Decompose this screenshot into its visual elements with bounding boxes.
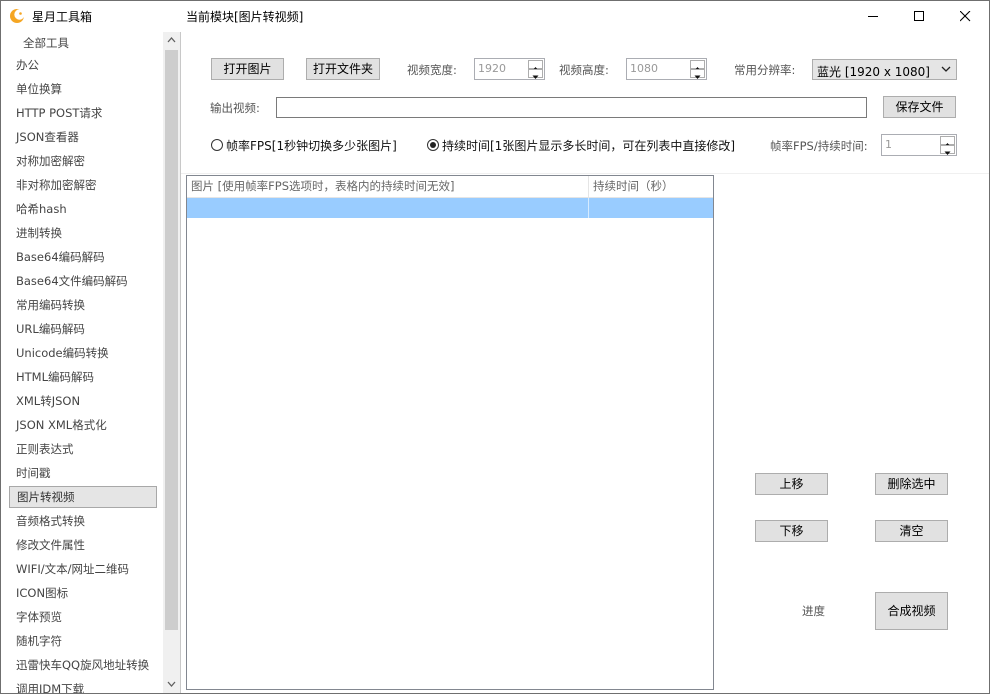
- maximize-button[interactable]: [897, 1, 943, 32]
- sidebar-item-timestamp[interactable]: 时间戳: [9, 462, 157, 484]
- sidebar-item-symmetric-crypto[interactable]: 对称加密解密: [9, 150, 157, 172]
- sidebar-item-file-attributes[interactable]: 修改文件属性: [9, 534, 157, 556]
- scrollbar-thumb[interactable]: [165, 50, 178, 630]
- fps-radio[interactable]: [211, 139, 223, 151]
- open-image-button[interactable]: 打开图片: [211, 58, 284, 80]
- sidebar-item-radix[interactable]: 进制转换: [9, 222, 157, 244]
- progress-label: 进度: [802, 604, 825, 618]
- sidebar-item-random-chars[interactable]: 随机字符: [9, 630, 157, 652]
- video-width-stepper[interactable]: 1920: [474, 58, 545, 80]
- open-folder-button[interactable]: 打开文件夹: [306, 58, 380, 80]
- minimize-button[interactable]: [851, 1, 897, 32]
- image-list-grid[interactable]: 图片 [使用帧率FPS选项时，表格内的持续时间无效] 持续时间（秒）: [186, 175, 714, 690]
- moon-logo-icon: [10, 9, 25, 23]
- sidebar-item-url-encode[interactable]: URL编码解码: [9, 318, 157, 340]
- width-up-arrow[interactable]: [528, 60, 543, 71]
- fps-duration-value: 1: [885, 138, 892, 151]
- sidebar-item-idm-download[interactable]: 调用IDM下载: [9, 678, 157, 693]
- scroll-down-icon[interactable]: [163, 676, 180, 693]
- clear-button[interactable]: 清空: [875, 520, 948, 542]
- tool-sidebar: 全部工具 办公 单位换算 HTTP POST请求 JSON查看器 对称加密解密 …: [1, 32, 181, 693]
- move-up-button[interactable]: 上移: [755, 473, 828, 495]
- height-down-arrow[interactable]: [690, 69, 705, 79]
- sidebar-item-unicode[interactable]: Unicode编码转换: [9, 342, 157, 364]
- sidebar-item-hash[interactable]: 哈希hash: [9, 198, 157, 220]
- close-icon: [960, 11, 971, 22]
- compose-video-button[interactable]: 合成视频: [875, 592, 948, 630]
- caret-down-icon: [694, 75, 701, 79]
- sidebar-item-unit-conversion[interactable]: 单位换算: [9, 78, 157, 100]
- sidebar-item-regex[interactable]: 正则表达式: [9, 438, 157, 460]
- caret-down-icon: [532, 75, 539, 79]
- fps-duration-label: 帧率FPS/持续时间:: [770, 139, 868, 153]
- move-down-button[interactable]: 下移: [755, 520, 828, 542]
- height-up-arrow[interactable]: [690, 60, 705, 71]
- sidebar-item-json-viewer[interactable]: JSON查看器: [9, 126, 157, 148]
- section-divider: [181, 173, 989, 174]
- sidebar-item-link-convert[interactable]: 迅雷快车QQ旋风地址转换: [9, 654, 157, 676]
- app-title: 星月工具箱: [32, 10, 93, 24]
- sidebar-item-xml-to-json[interactable]: XML转JSON: [9, 390, 157, 412]
- video-height-stepper[interactable]: 1080: [626, 58, 707, 80]
- sidebar-item-icon[interactable]: ICON图标: [9, 582, 157, 604]
- video-width-value: 1920: [478, 62, 506, 75]
- tool-tree: 全部工具 办公 单位换算 HTTP POST请求 JSON查看器 对称加密解密 …: [1, 32, 163, 693]
- output-video-label: 输出视频:: [210, 101, 260, 115]
- sidebar-item-font-preview[interactable]: 字体预览: [9, 606, 157, 628]
- sidebar-item-json-xml-format[interactable]: JSON XML格式化: [9, 414, 157, 436]
- resolution-label: 常用分辨率:: [734, 63, 796, 77]
- sidebar-root-all-tools[interactable]: 全部工具: [9, 32, 157, 54]
- resolution-value: 蓝光 [1920 x 1080]: [817, 65, 930, 79]
- column-header-duration[interactable]: 持续时间（秒）: [589, 176, 713, 197]
- close-button[interactable]: [943, 1, 989, 32]
- resolution-select[interactable]: 蓝光 [1920 x 1080]: [812, 59, 957, 80]
- fps-down-arrow[interactable]: [940, 145, 955, 155]
- table-row[interactable]: [187, 198, 713, 218]
- output-path-input[interactable]: [276, 97, 867, 118]
- sidebar-item-qrcode[interactable]: WIFI/文本/网址二维码: [9, 558, 157, 580]
- sidebar-item-asymmetric-crypto[interactable]: 非对称加密解密: [9, 174, 157, 196]
- sidebar-item-office[interactable]: 办公: [9, 54, 157, 76]
- sidebar-item-base64[interactable]: Base64编码解码: [9, 246, 157, 268]
- save-file-button[interactable]: 保存文件: [883, 96, 956, 118]
- sidebar-item-html-encode[interactable]: HTML编码解码: [9, 366, 157, 388]
- column-divider: [588, 198, 589, 218]
- chevron-down-icon: [941, 66, 951, 72]
- app-window: 星月工具箱 当前模块[图片转视频] 全部工具 办公 单位换算 HTTP POST…: [0, 0, 990, 694]
- caret-down-icon: [944, 151, 951, 155]
- maximize-icon: [914, 11, 924, 21]
- title-bar: 星月工具箱 当前模块[图片转视频]: [1, 1, 989, 32]
- video-height-label: 视频高度:: [559, 63, 609, 77]
- sidebar-item-encoding[interactable]: 常用编码转换: [9, 294, 157, 316]
- width-down-arrow[interactable]: [528, 69, 543, 79]
- scroll-up-icon[interactable]: [163, 32, 180, 49]
- fps-up-arrow[interactable]: [940, 136, 955, 147]
- sidebar-scrollbar[interactable]: [163, 32, 180, 693]
- minimize-icon: [868, 16, 878, 17]
- fps-duration-stepper[interactable]: 1: [881, 134, 957, 156]
- video-height-value: 1080: [630, 62, 658, 75]
- sidebar-item-base64-file[interactable]: Base64文件编码解码: [9, 270, 157, 292]
- module-title: 当前模块[图片转视频]: [186, 10, 304, 24]
- video-width-label: 视频宽度:: [407, 63, 457, 77]
- duration-radio[interactable]: [427, 139, 439, 151]
- sidebar-item-image-to-video[interactable]: 图片转视频: [9, 486, 157, 508]
- fps-option-label[interactable]: 帧率FPS[1秒钟切换多少张图片]: [226, 137, 397, 154]
- duration-option-label[interactable]: 持续时间[1张图片显示多长时间，可在列表中直接修改]: [442, 137, 735, 154]
- sidebar-item-http-post[interactable]: HTTP POST请求: [9, 102, 157, 124]
- column-header-image[interactable]: 图片 [使用帧率FPS选项时，表格内的持续时间无效]: [187, 176, 588, 197]
- delete-selected-button[interactable]: 删除选中: [875, 473, 948, 495]
- grid-header: 图片 [使用帧率FPS选项时，表格内的持续时间无效] 持续时间（秒）: [187, 176, 713, 198]
- sidebar-item-audio-convert[interactable]: 音频格式转换: [9, 510, 157, 532]
